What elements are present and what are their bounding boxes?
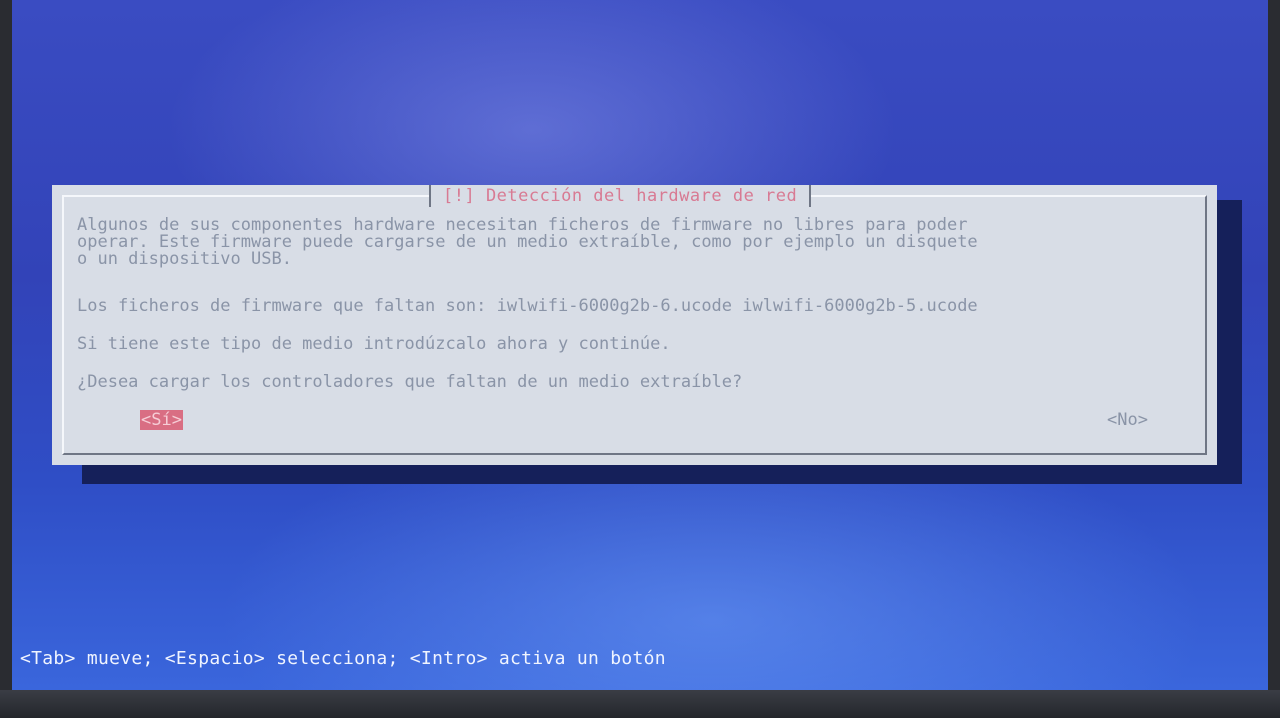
installer-screen: [!] Detección del hardware de red Alguno… xyxy=(12,0,1268,690)
load-drivers-question: ¿Desea cargar los controladores que falt… xyxy=(77,372,743,392)
keyboard-help-bar: <Tab> mueve; <Espacio> selecciona; <Intr… xyxy=(20,648,666,669)
dialog-content: Algunos de sus componentes hardware nece… xyxy=(77,215,1187,391)
missing-firmware-files: Los ficheros de firmware que faltan son:… xyxy=(77,296,978,316)
monitor-bezel xyxy=(0,690,1280,718)
dialog-title: [!] Detección del hardware de red xyxy=(443,186,798,206)
insert-media-instruction: Si tiene este tipo de medio introdúzcalo… xyxy=(77,334,671,354)
network-hardware-dialog: [!] Detección del hardware de red Alguno… xyxy=(52,185,1217,465)
no-button[interactable]: <No> xyxy=(1107,410,1148,430)
yes-button[interactable]: <Sí> xyxy=(140,410,183,430)
monitor: [!] Detección del hardware de red Alguno… xyxy=(0,0,1280,718)
firmware-explanation: Algunos de sus componentes hardware nece… xyxy=(77,215,978,269)
dialog-title-bar: [!] Detección del hardware de red xyxy=(429,185,812,207)
